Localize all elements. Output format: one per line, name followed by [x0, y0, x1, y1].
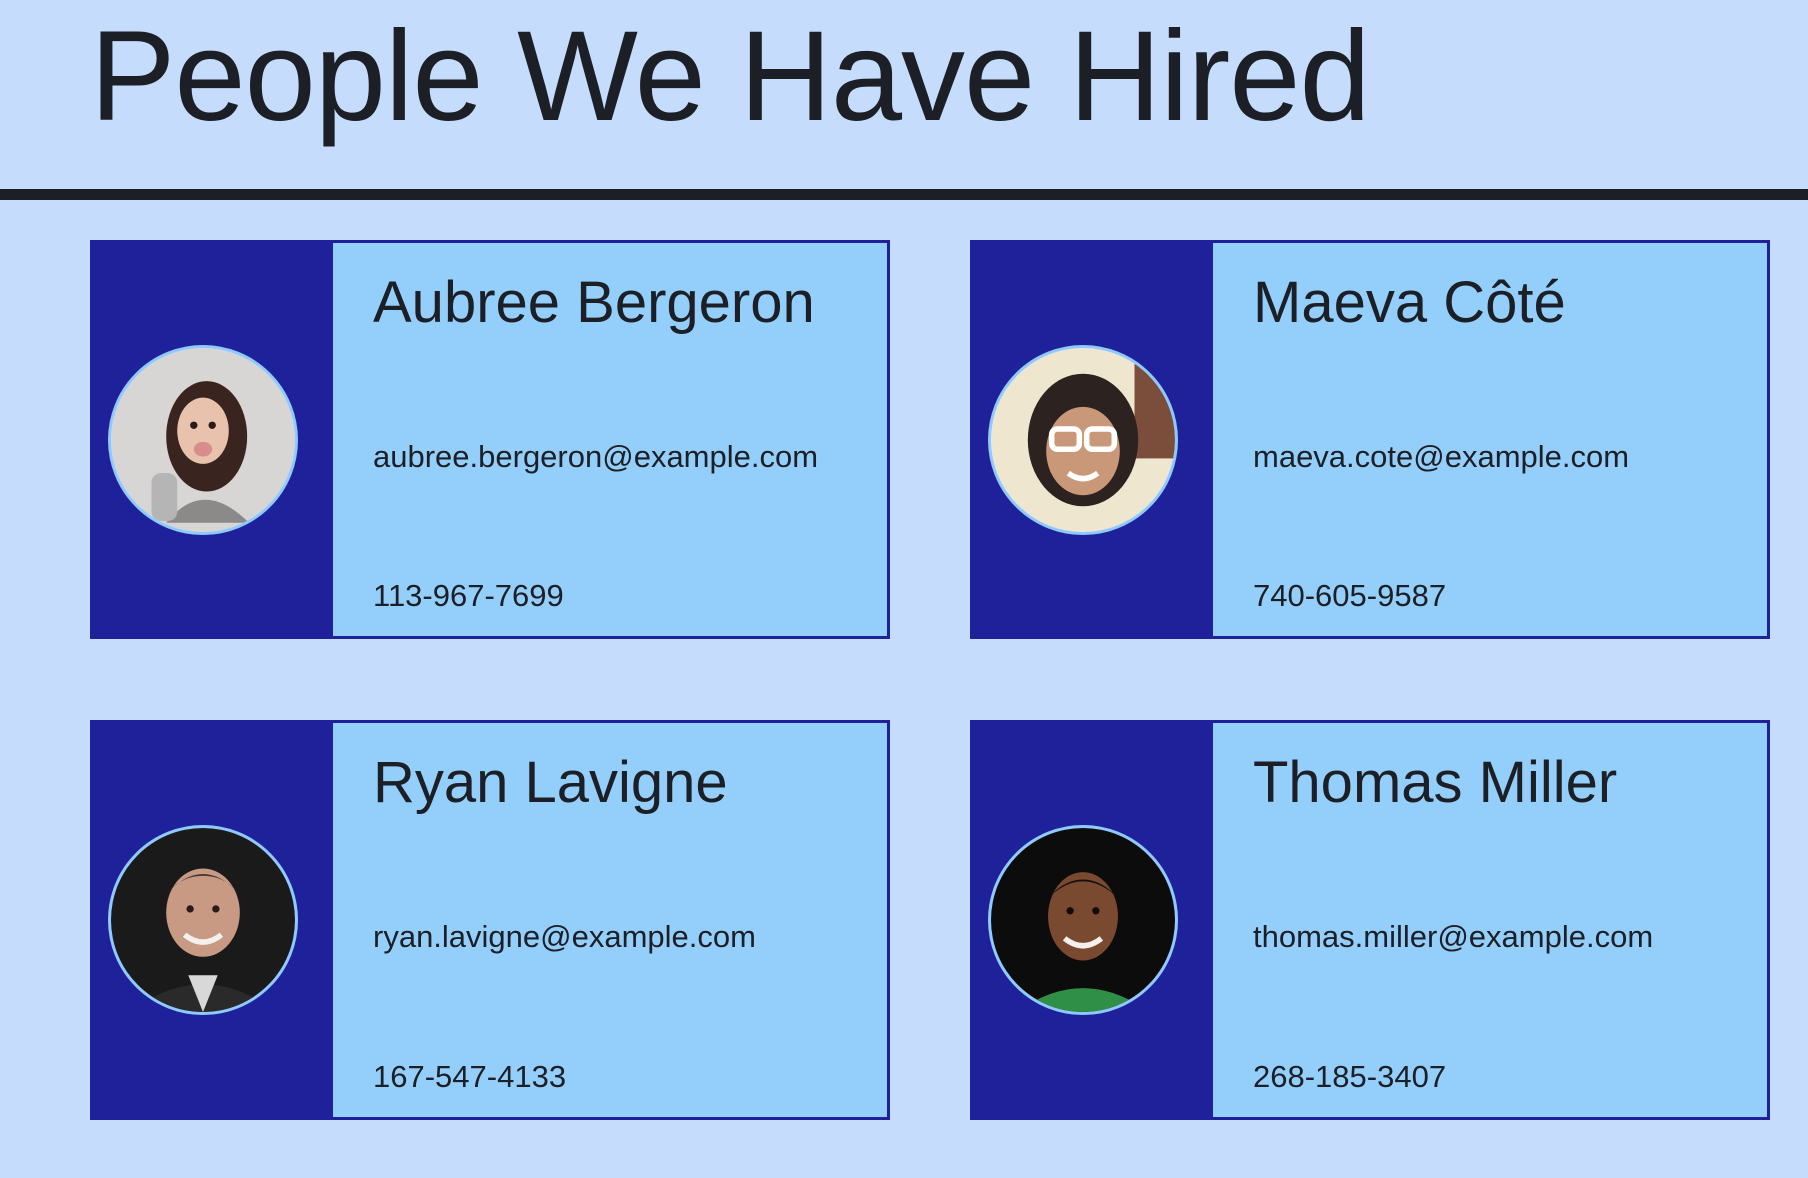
- person-email: aubree.bergeron@example.com: [373, 438, 819, 474]
- avatar: [988, 344, 1178, 535]
- person-card: Aubree Bergeron aubree.bergeron@example.…: [90, 240, 890, 639]
- person-phone: 740-605-9587: [1253, 578, 1447, 613]
- person-name: Maeva Côté: [1253, 270, 1566, 335]
- person-name: Ryan Lavigne: [373, 750, 728, 815]
- card-avatar-panel: [973, 243, 1213, 636]
- card-details: Maeva Côté maeva.cote@example.com 740-60…: [1213, 243, 1767, 636]
- person-email: ryan.lavigne@example.com: [373, 919, 756, 954]
- card-details: Thomas Miller thomas.miller@example.com …: [1213, 723, 1767, 1117]
- person-email: thomas.miller@example.com: [1253, 919, 1654, 954]
- title-divider: [0, 189, 1808, 200]
- avatar: [108, 344, 298, 535]
- person-photo-icon: [111, 828, 295, 1012]
- person-photo-icon: [991, 828, 1175, 1012]
- card-avatar-panel: [973, 723, 1213, 1117]
- person-photo-icon: [111, 347, 295, 532]
- page-title: People We Have Hired: [90, 5, 1371, 148]
- avatar: [988, 825, 1178, 1015]
- person-card: Maeva Côté maeva.cote@example.com 740-60…: [970, 240, 1770, 639]
- card-details: Ryan Lavigne ryan.lavigne@example.com 16…: [333, 723, 887, 1117]
- person-phone: 113-967-7699: [373, 578, 564, 613]
- person-photo-icon: [991, 347, 1175, 532]
- person-phone: 268-185-3407: [1253, 1059, 1447, 1094]
- person-card: Ryan Lavigne ryan.lavigne@example.com 16…: [90, 720, 890, 1120]
- card-avatar-panel: [93, 243, 333, 636]
- avatar: [108, 825, 298, 1015]
- person-card: Thomas Miller thomas.miller@example.com …: [970, 720, 1770, 1120]
- person-phone: 167-547-4133: [373, 1059, 567, 1094]
- person-name: Aubree Bergeron: [373, 270, 815, 335]
- card-avatar-panel: [93, 723, 333, 1117]
- card-details: Aubree Bergeron aubree.bergeron@example.…: [333, 243, 887, 636]
- person-name: Thomas Miller: [1253, 750, 1618, 815]
- person-email: maeva.cote@example.com: [1253, 438, 1630, 474]
